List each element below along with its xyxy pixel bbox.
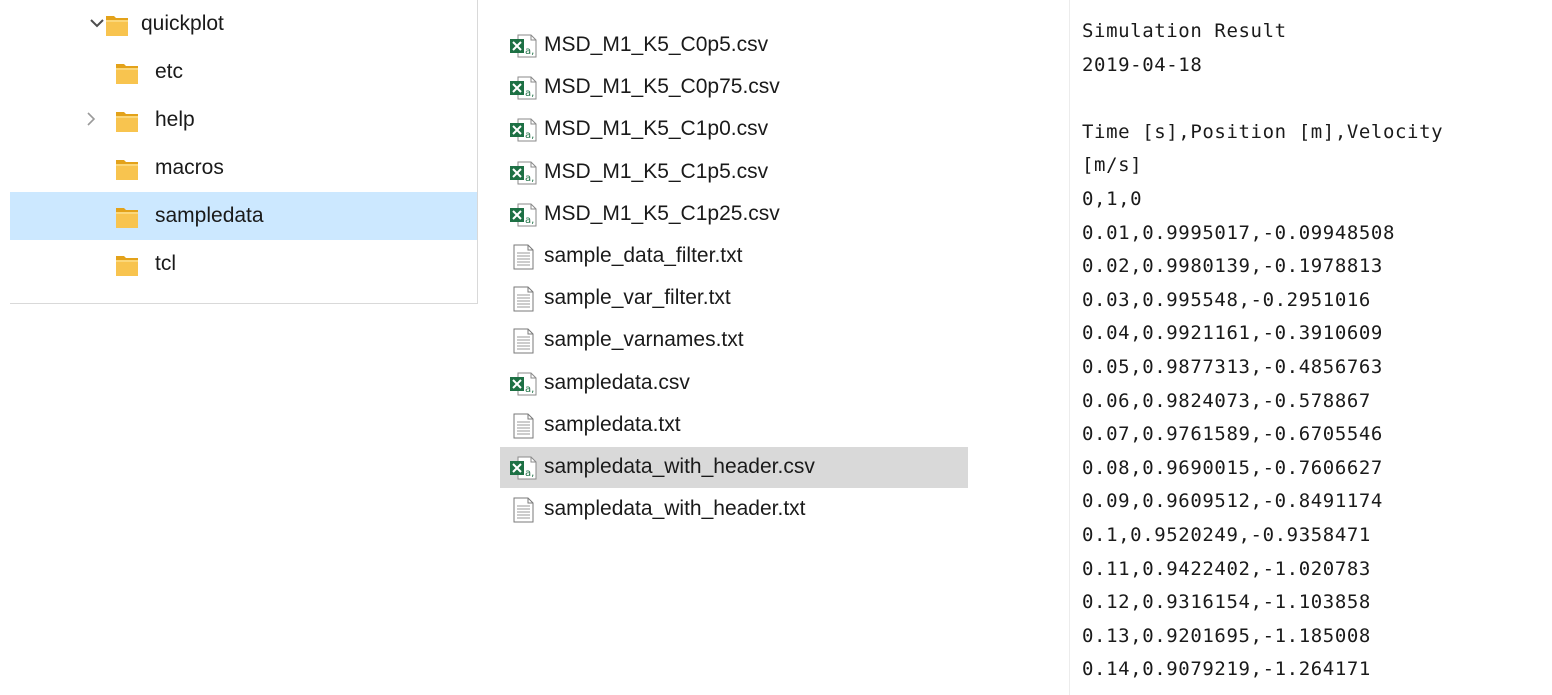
text-file-icon — [509, 285, 537, 313]
preview-text-line: 0.04,0.9921161,-0.3910609 — [1082, 322, 1383, 344]
preview-text-line: 0.12,0.9316154,-1.103858 — [1082, 591, 1371, 613]
tree-item-label: macros — [155, 156, 224, 179]
file-name: MSD_M1_K5_C1p25.csv — [544, 202, 780, 225]
file-name: sampledata_with_header.csv — [544, 455, 815, 478]
excel-csv-icon: a, — [509, 32, 537, 60]
preview-text-line: 0.08,0.9690015,-0.7606627 — [1082, 457, 1383, 479]
file-name: sample_var_filter.txt — [544, 286, 731, 309]
preview-text-line: 0.05,0.9877313,-0.4856763 — [1082, 356, 1383, 378]
file-item[interactable]: a, MSD_M1_K5_C1p25.csv — [500, 194, 968, 235]
svg-text:a,: a, — [525, 468, 534, 479]
folder-icon — [112, 59, 142, 86]
tree-item-label: sampledata — [155, 204, 264, 227]
preview-text-line: 0.13,0.9201695,-1.185008 — [1082, 625, 1371, 647]
file-item[interactable]: sampledata_with_header.txt — [500, 489, 968, 530]
svg-text:a,: a, — [525, 173, 534, 184]
file-name: sampledata_with_header.txt — [544, 497, 806, 520]
file-item[interactable]: sample_varnames.txt — [500, 320, 968, 361]
preview-text-line: Simulation Result — [1082, 20, 1287, 42]
file-name: MSD_M1_K5_C1p0.csv — [544, 117, 769, 140]
explorer-window: quickplot etc help macros sampledata tcl a, MS… — [0, 0, 1552, 695]
preview-text-line: 0.07,0.9761589,-0.6705546 — [1082, 423, 1383, 445]
preview-text-line: 0.1,0.9520249,-0.9358471 — [1082, 524, 1371, 546]
file-name: sample_varnames.txt — [544, 328, 744, 351]
tree-item-macros[interactable]: macros — [10, 144, 477, 192]
excel-csv-icon: a, — [509, 201, 537, 229]
tree-item-etc[interactable]: etc — [10, 48, 477, 96]
preview-text-line: [m/s] — [1082, 154, 1143, 176]
text-file-icon — [509, 243, 537, 271]
tree-item-label: help — [155, 108, 195, 131]
tree-item-label: etc — [155, 60, 184, 83]
folder-icon — [112, 203, 142, 230]
preview-text-line: 0.06,0.9824073,-0.578867 — [1082, 390, 1371, 412]
excel-csv-icon: a, — [509, 116, 537, 144]
file-item[interactable]: a, MSD_M1_K5_C1p5.csv — [500, 152, 968, 193]
preview-text-line: 0.09,0.9609512,-0.8491174 — [1082, 490, 1383, 512]
file-item[interactable]: sample_var_filter.txt — [500, 278, 968, 319]
preview-text-line: 0.03,0.995548,-0.2951016 — [1082, 289, 1371, 311]
file-item[interactable]: a, MSD_M1_K5_C0p5.csv — [500, 25, 968, 66]
file-item[interactable]: a, MSD_M1_K5_C1p0.csv — [500, 109, 968, 150]
excel-csv-icon: a, — [509, 454, 537, 482]
preview-text-line: 0,1,0 — [1082, 188, 1143, 210]
excel-csv-icon: a, — [509, 159, 537, 187]
file-item[interactable]: a, sampledata_with_header.csv — [500, 447, 968, 488]
chevron-right-icon[interactable] — [82, 108, 100, 130]
svg-text:a,: a, — [525, 88, 534, 99]
svg-text:a,: a, — [525, 384, 534, 395]
preview-text-line: 0.01,0.9995017,-0.09948508 — [1082, 222, 1396, 244]
excel-csv-icon: a, — [509, 74, 537, 102]
preview-text-line: 0.11,0.9422402,-1.020783 — [1082, 558, 1371, 580]
file-item[interactable]: a, sampledata.csv — [500, 363, 968, 404]
tree-item-help[interactable]: help — [10, 96, 477, 144]
tree-item-label: tcl — [155, 252, 176, 275]
file-item[interactable]: a, MSD_M1_K5_C0p75.csv — [500, 67, 968, 108]
folder-icon — [112, 155, 142, 182]
svg-text:a,: a, — [525, 215, 534, 226]
file-name: sampledata.txt — [544, 413, 681, 436]
file-list-pane: a, MSD_M1_K5_C0p5.csv a, MSD_M1_K5_C0p75.cs… — [478, 0, 1070, 695]
tree-item-quickplot[interactable]: quickplot — [10, 0, 477, 48]
folder-icon — [102, 11, 132, 38]
file-name: sample_data_filter.txt — [544, 244, 743, 267]
excel-csv-icon: a, — [509, 370, 537, 398]
svg-text:a,: a, — [525, 46, 534, 57]
svg-text:a,: a, — [525, 130, 534, 141]
preview-pane: Simulation Result 2019-04-18 Time [s],Posi… — [1070, 0, 1552, 695]
text-file-icon — [509, 327, 537, 355]
tree-item-tcl[interactable]: tcl — [10, 240, 477, 288]
folder-tree-pane: quickplot etc help macros sampledata tcl — [10, 0, 478, 304]
preview-text-line: Time [s],Position [m],Velocity — [1082, 121, 1444, 143]
text-file-icon — [509, 412, 537, 440]
tree-item-label: quickplot — [141, 12, 224, 35]
file-name: MSD_M1_K5_C1p5.csv — [544, 160, 769, 183]
file-name: MSD_M1_K5_C0p75.csv — [544, 75, 780, 98]
preview-text-line: 0.02,0.9980139,-0.1978813 — [1082, 255, 1383, 277]
file-item[interactable]: sampledata.txt — [500, 405, 968, 446]
file-name: sampledata.csv — [544, 371, 690, 394]
folder-icon — [112, 251, 142, 278]
text-file-icon — [509, 496, 537, 524]
folder-icon — [112, 107, 142, 134]
preview-text-line: 2019-04-18 — [1082, 54, 1203, 76]
preview-text-line: 0.14,0.9079219,-1.264171 — [1082, 658, 1371, 680]
file-name: MSD_M1_K5_C0p5.csv — [544, 33, 769, 56]
tree-item-sampledata[interactable]: sampledata — [10, 192, 477, 240]
file-item[interactable]: sample_data_filter.txt — [500, 236, 968, 277]
